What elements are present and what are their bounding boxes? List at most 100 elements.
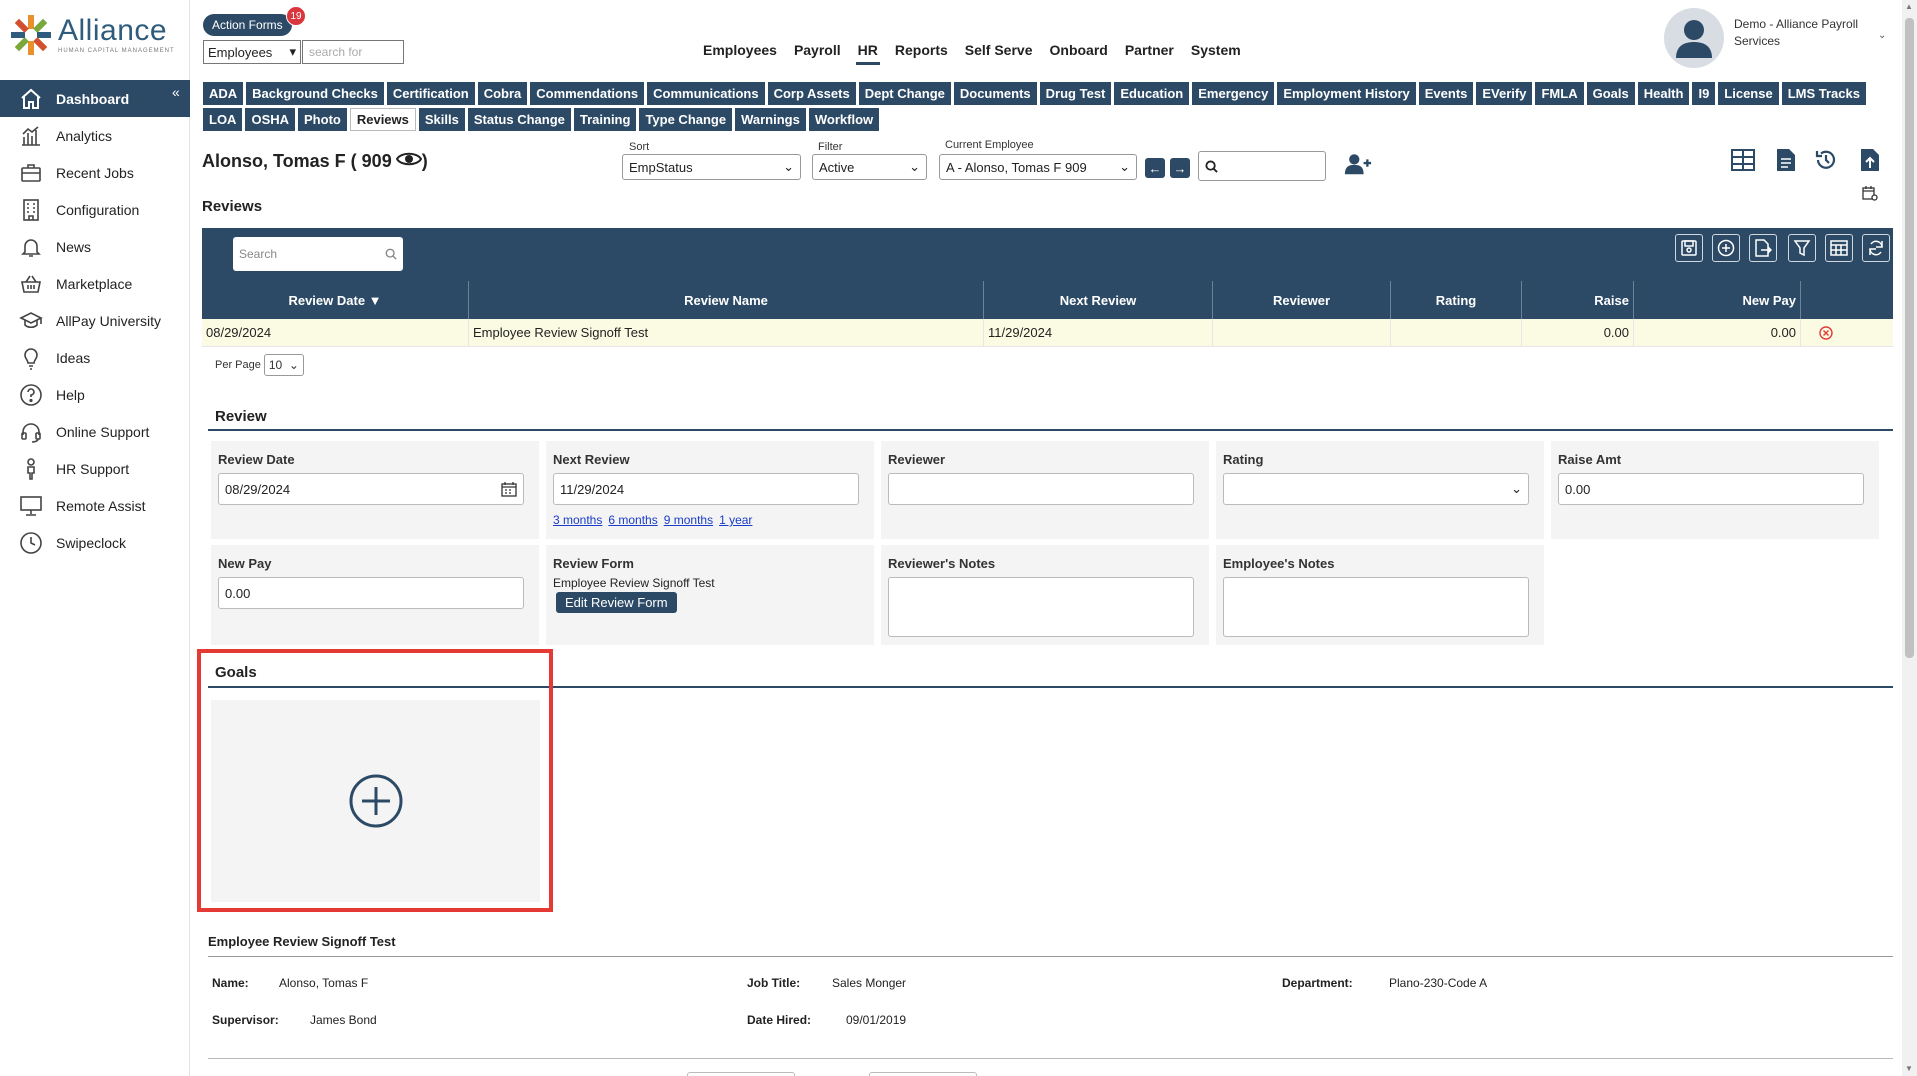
sidebar-item-allpay-university[interactable]: AllPay University bbox=[0, 302, 190, 339]
reviews-search-input[interactable]: Search bbox=[233, 237, 403, 271]
calendar-settings-icon[interactable] bbox=[1860, 183, 1880, 203]
tab-license[interactable]: License bbox=[1718, 82, 1779, 105]
next-employee-button[interactable]: → bbox=[1170, 158, 1190, 178]
link-9-months[interactable]: 9 months bbox=[664, 513, 713, 527]
table-row[interactable]: 08/29/2024 Employee Review Signoff Test … bbox=[202, 319, 1893, 347]
sort-select[interactable]: EmpStatus ⌄ bbox=[622, 154, 801, 180]
tab-certification[interactable]: Certification bbox=[386, 82, 475, 105]
sidebar-item-analytics[interactable]: Analytics bbox=[0, 117, 190, 154]
tab-background-checks[interactable]: Background Checks bbox=[246, 82, 384, 105]
tab-events[interactable]: Events bbox=[1418, 82, 1474, 105]
link-6-months[interactable]: 6 months bbox=[608, 513, 657, 527]
scroll-thumb[interactable] bbox=[1905, 18, 1914, 658]
tab-ada[interactable]: ADA bbox=[203, 82, 244, 105]
link-1-year[interactable]: 1 year bbox=[719, 513, 752, 527]
tab-osha[interactable]: OSHA bbox=[245, 108, 296, 131]
tab-communications[interactable]: Communications bbox=[647, 82, 765, 105]
tab-skills[interactable]: Skills bbox=[418, 108, 465, 131]
sidebar-item-help[interactable]: Help bbox=[0, 376, 190, 413]
reviewer-notes-textarea[interactable] bbox=[888, 577, 1194, 637]
tab-photo[interactable]: Photo bbox=[298, 108, 347, 131]
menu-system[interactable]: System bbox=[1191, 42, 1241, 58]
refresh-button[interactable] bbox=[1862, 234, 1890, 262]
column-rating[interactable]: Rating bbox=[1391, 281, 1522, 319]
action-forms-button[interactable]: Action Forms bbox=[203, 14, 292, 36]
tab-cobra[interactable]: Cobra bbox=[477, 82, 528, 105]
user-menu[interactable]: Demo - Alliance Payroll Services ⌄ bbox=[1664, 8, 1886, 68]
sidebar-item-dashboard[interactable]: Dashboard bbox=[0, 80, 190, 117]
add-employee-icon[interactable] bbox=[1344, 150, 1372, 178]
sidebar-item-ideas[interactable]: Ideas bbox=[0, 339, 190, 376]
column-review-name[interactable]: Review Name bbox=[469, 281, 984, 319]
menu-reports[interactable]: Reports bbox=[895, 42, 948, 58]
tab-emergency[interactable]: Emergency bbox=[1192, 82, 1275, 105]
export-button[interactable] bbox=[1749, 234, 1777, 262]
delete-row-button[interactable] bbox=[1801, 319, 1893, 346]
review-date-input[interactable]: 08/29/2024 bbox=[218, 473, 524, 505]
menu-partner[interactable]: Partner bbox=[1125, 42, 1174, 58]
filter-select[interactable]: Active ⌄ bbox=[812, 154, 927, 180]
previous-employee-button[interactable]: ← bbox=[1145, 158, 1165, 178]
edit-review-form-button[interactable]: Edit Review Form bbox=[556, 592, 677, 613]
entity-select[interactable]: Employees ▾ bbox=[203, 40, 301, 64]
next-review-input[interactable]: 11/29/2024 bbox=[553, 473, 859, 505]
save-grid-button[interactable] bbox=[1675, 234, 1703, 262]
sidebar-item-recent-jobs[interactable]: Recent Jobs bbox=[0, 154, 190, 191]
logo[interactable]: Alliance HUMAN CAPITAL MANAGEMENT bbox=[8, 12, 175, 58]
tab-i9[interactable]: I9 bbox=[1692, 82, 1716, 105]
sidebar-item-remote-assist[interactable]: Remote Assist bbox=[0, 487, 190, 524]
column-new-pay[interactable]: New Pay bbox=[1634, 281, 1801, 319]
tab-commendations[interactable]: Commendations bbox=[530, 82, 645, 105]
tab-training[interactable]: Training bbox=[573, 108, 637, 131]
chevron-down-icon[interactable]: ⌄ bbox=[1878, 30, 1886, 41]
tab-corp-assets[interactable]: Corp Assets bbox=[767, 82, 856, 105]
rating-select[interactable]: ⌄ bbox=[1223, 473, 1529, 505]
tab-loa[interactable]: LOA bbox=[203, 108, 243, 131]
tab-type-change[interactable]: Type Change bbox=[639, 108, 733, 131]
tab-fmla[interactable]: FMLA bbox=[1535, 82, 1584, 105]
sidebar-item-news[interactable]: News bbox=[0, 228, 190, 265]
menu-self-serve[interactable]: Self Serve bbox=[965, 42, 1033, 58]
sidebar-item-marketplace[interactable]: Marketplace bbox=[0, 265, 190, 302]
document-icon[interactable] bbox=[1772, 146, 1800, 174]
per-page-select[interactable]: 10 ⌄ bbox=[263, 354, 304, 376]
signoff-button-right[interactable] bbox=[869, 1072, 977, 1076]
tab-reviews[interactable]: Reviews bbox=[349, 108, 416, 131]
column-raise[interactable]: Raise bbox=[1522, 281, 1634, 319]
tab-dept-change[interactable]: Dept Change bbox=[858, 82, 951, 105]
menu-payroll[interactable]: Payroll bbox=[794, 42, 841, 58]
grid-view-icon[interactable] bbox=[1729, 146, 1757, 174]
filter-button[interactable] bbox=[1788, 234, 1816, 262]
tab-health[interactable]: Health bbox=[1637, 82, 1690, 105]
menu-employees[interactable]: Employees bbox=[703, 42, 777, 58]
eye-icon[interactable] bbox=[395, 150, 422, 173]
menu-hr[interactable]: HR bbox=[855, 42, 881, 65]
reviewer-input[interactable] bbox=[888, 473, 1194, 505]
sidebar-item-swipeclock[interactable]: Swipeclock bbox=[0, 524, 190, 561]
collapse-sidebar-icon[interactable]: « bbox=[172, 84, 180, 100]
menu-onboard[interactable]: Onboard bbox=[1050, 42, 1108, 58]
tab-lms-tracks[interactable]: LMS Tracks bbox=[1781, 82, 1866, 105]
link-3-months[interactable]: 3 months bbox=[553, 513, 602, 527]
upload-document-icon[interactable] bbox=[1856, 146, 1884, 174]
scroll-down-icon[interactable]: ▼ bbox=[1905, 1064, 1913, 1073]
sidebar-item-hr-support[interactable]: HR Support bbox=[0, 450, 190, 487]
add-review-button[interactable] bbox=[1712, 234, 1740, 262]
scroll-up-icon[interactable]: ▲ bbox=[1905, 2, 1913, 11]
column-review-date[interactable]: Review Date ▼ bbox=[202, 281, 469, 319]
header-search-input[interactable]: search for bbox=[302, 40, 404, 64]
tab-warnings[interactable]: Warnings bbox=[735, 108, 806, 131]
page-scrollbar[interactable]: ▲ ▼ bbox=[1902, 0, 1917, 1076]
current-employee-select[interactable]: A - Alonso, Tomas F 909 ⌄ bbox=[939, 154, 1137, 180]
column-next-review[interactable]: Next Review bbox=[984, 281, 1213, 319]
sidebar-item-online-support[interactable]: Online Support bbox=[0, 413, 190, 450]
employee-notes-textarea[interactable] bbox=[1223, 577, 1529, 637]
tab-everify[interactable]: EVerify bbox=[1476, 82, 1533, 105]
sidebar-item-configuration[interactable]: Configuration bbox=[0, 191, 190, 228]
tab-goals[interactable]: Goals bbox=[1586, 82, 1635, 105]
raise-amt-input[interactable]: 0.00 bbox=[1558, 473, 1864, 505]
tab-status-change[interactable]: Status Change bbox=[467, 108, 571, 131]
employee-search-input[interactable] bbox=[1198, 151, 1326, 181]
signoff-button-left[interactable] bbox=[687, 1072, 795, 1076]
tab-documents[interactable]: Documents bbox=[953, 82, 1037, 105]
